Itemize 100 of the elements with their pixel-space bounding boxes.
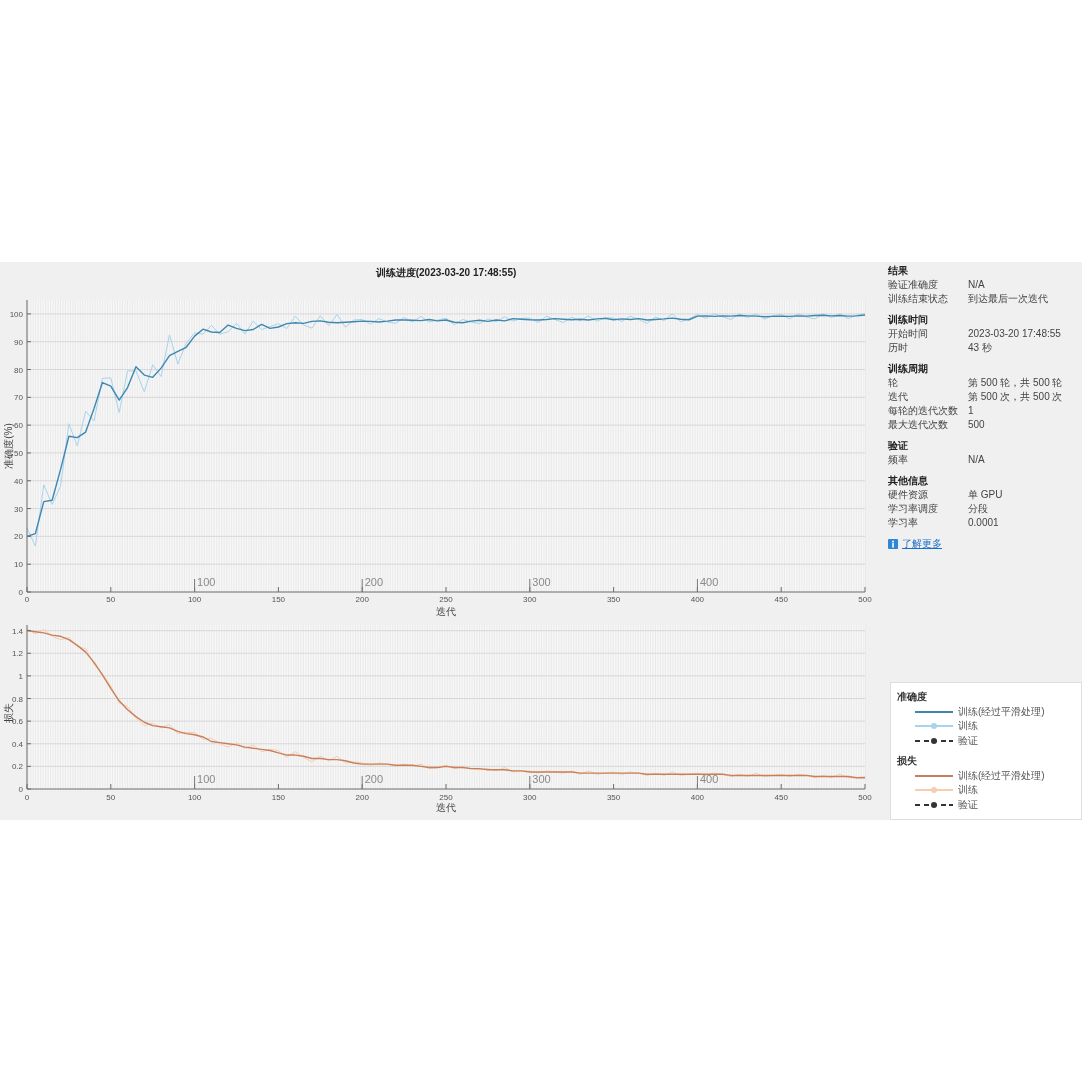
tick-label: 0	[24, 793, 30, 802]
field-label: 每轮的迭代次数	[888, 404, 958, 418]
field-label: 迭代	[888, 390, 908, 404]
tick-label: 500	[858, 793, 872, 802]
legend-heading: 准确度	[897, 691, 927, 702]
epoch-label: 300	[532, 773, 551, 785]
tick-label: 0.8	[11, 694, 23, 704]
tick-label: 300	[523, 793, 537, 802]
tick-label: 0	[24, 595, 30, 604]
tick-label: 0.2	[11, 762, 23, 772]
field-value: 分段	[968, 502, 988, 516]
epoch-tick	[194, 578, 196, 593]
field-value: 43 秒	[968, 341, 992, 355]
axis-title: 迭代	[436, 802, 456, 813]
field-value: 2023-03-20 17:48:55	[968, 327, 1061, 341]
field-value: 单 GPU	[968, 488, 1003, 502]
legend-label: 验证	[958, 797, 978, 812]
field-value: 1	[968, 404, 974, 418]
tick-label: 1	[18, 671, 23, 681]
epoch-tick	[529, 775, 531, 790]
tick-label: 70	[14, 393, 23, 403]
field-label: 验证准确度	[888, 278, 938, 292]
tick-label: 400	[690, 793, 705, 802]
field-value: N/A	[968, 453, 985, 467]
tick-label: 300	[523, 595, 537, 604]
tick-label: 1.4	[11, 626, 23, 636]
tick-label: 20	[14, 532, 23, 542]
tick-label: 90	[14, 337, 23, 347]
tick-label: 1.2	[11, 649, 23, 659]
epoch-label: 100	[197, 576, 216, 588]
tick-label: 450	[774, 595, 788, 604]
tick-label: 250	[439, 793, 453, 802]
field-label: 学习率调度	[888, 502, 938, 516]
tick-label: 150	[271, 595, 286, 604]
tick-label: 350	[606, 793, 621, 802]
epoch-tick	[361, 578, 363, 593]
tick-label: 60	[14, 421, 23, 431]
tick-label: 10	[14, 560, 23, 570]
info-icon	[888, 539, 898, 549]
tick-label: 350	[606, 595, 621, 604]
field-label: 开始时间	[888, 327, 928, 341]
axis-title: 准确度(%)	[3, 423, 14, 469]
field-value: N/A	[968, 278, 985, 292]
legend-label: 训练	[958, 783, 978, 797]
axis-title: 损失	[3, 703, 14, 723]
tick-label: 0.4	[11, 739, 23, 749]
field-value: 第 500 轮，共 500 轮	[968, 376, 1063, 390]
tick-label: 200	[355, 595, 369, 604]
field-label: 频率	[888, 453, 908, 467]
legend-label: 训练(经过平滑处理)	[958, 704, 1045, 719]
field-value: 500	[968, 418, 985, 432]
tick-label: 50	[14, 448, 23, 458]
epoch-tick	[696, 775, 698, 790]
epoch-label: 200	[364, 576, 384, 588]
learn-more-link[interactable]: 了解更多	[888, 537, 942, 551]
tick-label: 30	[14, 504, 23, 514]
epoch-tick	[361, 775, 363, 790]
tick-label: 0	[18, 588, 23, 597]
epoch-label: 400	[699, 773, 719, 785]
tick-label: 80	[14, 365, 23, 375]
axis-title: 迭代	[436, 606, 456, 617]
section-heading: 验证	[888, 440, 908, 451]
legend-label: 训练(经过平滑处理)	[958, 768, 1045, 783]
tick-label: 500	[858, 595, 872, 604]
field-value: 到达最后一次迭代	[968, 292, 1048, 306]
section-heading: 结果	[888, 265, 908, 276]
field-label: 历时	[888, 341, 908, 355]
tick-label: 40	[14, 476, 23, 486]
tick-label: 400	[690, 595, 705, 604]
tick-label: 250	[439, 595, 453, 604]
epoch-tick	[529, 578, 531, 593]
tick-label: 100	[9, 309, 23, 319]
tick-label: 100	[187, 595, 202, 604]
field-value: 第 500 次，共 500 次	[968, 390, 1063, 404]
section-heading: 训练周期	[888, 363, 928, 374]
legend-label: 训练	[958, 719, 978, 733]
epoch-label: 100	[197, 773, 216, 785]
field-label: 最大迭代次数	[888, 418, 948, 432]
tick-label: 50	[106, 595, 116, 604]
epoch-label: 400	[699, 576, 719, 588]
tick-label: 450	[774, 793, 788, 802]
field-label: 训练结束状态	[888, 292, 948, 306]
tick-label: 150	[271, 793, 286, 802]
tick-label: 200	[355, 793, 369, 802]
tick-label: 100	[187, 793, 202, 802]
epoch-tick	[696, 578, 698, 593]
tick-label: 0	[18, 785, 23, 794]
section-heading: 其他信息	[888, 475, 928, 486]
epoch-tick	[194, 775, 196, 790]
legend-label: 验证	[958, 733, 978, 748]
field-label: 学习率	[888, 516, 918, 530]
section-heading: 训练时间	[888, 314, 928, 325]
tick-label: 50	[106, 793, 116, 802]
chart-title: 训练进度(2023-03-20 17:48:55)	[375, 266, 517, 280]
epoch-label: 300	[532, 576, 551, 588]
legend-heading: 损失	[897, 755, 917, 766]
field-label: 硬件资源	[888, 488, 928, 502]
epoch-label: 200	[364, 773, 384, 785]
field-value: 0.0001	[968, 516, 999, 530]
field-label: 轮	[888, 376, 898, 390]
